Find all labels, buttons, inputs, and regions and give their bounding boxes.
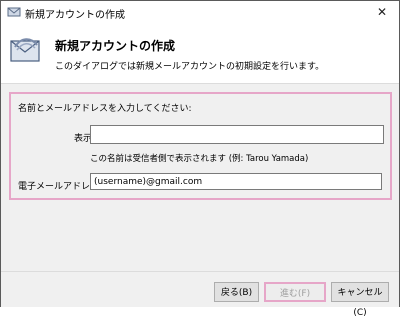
wizard-body: 名前とメールアドレスを入力してください: 表示名: この名前は受信者側で表示され… xyxy=(1,83,399,272)
next-button[interactable]: 進む(F) xyxy=(264,282,326,302)
title-bar: 新規アカウントの作成 ✕ xyxy=(1,1,399,23)
display-name-input[interactable] xyxy=(90,125,384,144)
header-subtitle: このダイアログでは新規メールアカウントの初期設定を行います。 xyxy=(55,62,325,72)
app-envelope-icon xyxy=(7,7,21,17)
email-input[interactable]: (username)@gmail.com xyxy=(90,173,382,190)
account-form-group: 名前とメールアドレスを入力してください: 表示名: この名前は受信者側で表示され… xyxy=(9,92,392,200)
close-button[interactable]: ✕ xyxy=(365,1,399,23)
back-button[interactable]: 戻る(B) xyxy=(214,282,259,302)
wizard-footer: 戻る(B) 進む(F) キャンセル(C) xyxy=(1,271,399,318)
cancel-button[interactable]: キャンセル(C) xyxy=(331,282,389,318)
header-title: 新規アカウントの作成 xyxy=(55,39,176,53)
form-instruction: 名前とメールアドレスを入力してください: xyxy=(18,104,192,114)
wizard-envelope-icon xyxy=(10,38,40,62)
close-icon: ✕ xyxy=(376,5,388,19)
window-title: 新規アカウントの作成 xyxy=(25,10,125,21)
wizard-header: 新規アカウントの作成 このダイアログでは新規メールアカウントの初期設定を行います… xyxy=(1,23,399,83)
display-name-hint: この名前は受信者側で表示されます (例: Tarou Yamada) xyxy=(90,154,309,164)
account-wizard-window: 新規アカウントの作成 ✕ 新規アカウントの作成 このダイアログでは新規メールアカ… xyxy=(0,0,400,318)
